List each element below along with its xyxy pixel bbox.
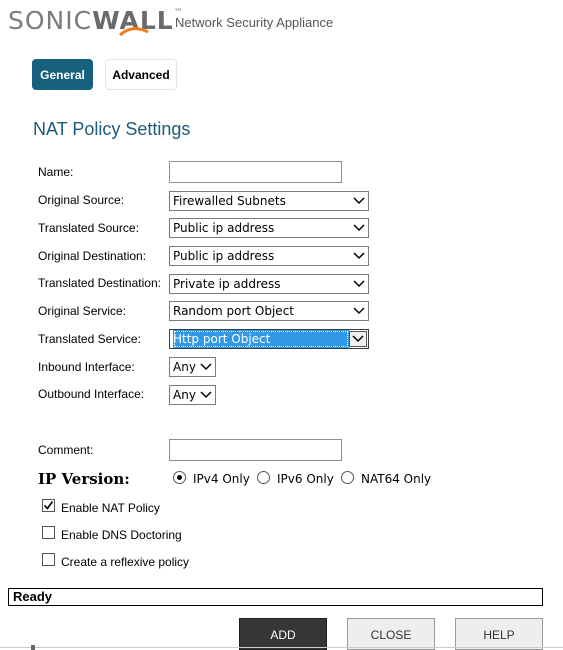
enable-nat-policy-label[interactable]: Enable NAT Policy <box>61 501 160 515</box>
resize-grip[interactable] <box>31 645 35 650</box>
chevron-down-icon <box>350 247 368 265</box>
enable-dns-doctoring-label[interactable]: Enable DNS Doctoring <box>61 528 182 542</box>
chevron-down-icon <box>350 275 368 293</box>
comment-label: Comment: <box>38 443 94 457</box>
translated-service-select[interactable]: Http port Object <box>169 329 369 349</box>
checkmark-icon <box>43 501 54 510</box>
original-destination-value: Public ip address <box>173 249 275 263</box>
help-button[interactable]: HELP <box>455 618 543 650</box>
tab-advanced[interactable]: Advanced <box>105 59 177 90</box>
chevron-down-icon <box>350 219 368 237</box>
original-service-value: Random port Object <box>173 304 294 318</box>
chevron-down-icon <box>197 386 215 404</box>
appliance-subtitle: Network Security Appliance <box>175 15 334 30</box>
translated-source-select[interactable]: Public ip address <box>169 218 369 238</box>
translated-source-value: Public ip address <box>173 221 275 235</box>
ipv6-radio[interactable] <box>257 471 270 484</box>
bottom-divider <box>0 647 563 648</box>
inbound-interface-value: Any <box>173 360 196 374</box>
nat64-radio[interactable] <box>341 471 354 484</box>
original-destination-label: Original Destination: <box>38 249 147 263</box>
translated-service-value: Http port Object <box>173 330 349 348</box>
translated-source-label: Translated Source: <box>38 221 139 235</box>
original-source-label: Original Source: <box>38 193 125 207</box>
original-service-select[interactable]: Random port Object <box>169 301 369 321</box>
swoosh-icon <box>118 27 149 37</box>
nat64-radio-label[interactable]: NAT64 Only <box>361 472 431 486</box>
translated-service-label: Translated Service: <box>38 332 141 346</box>
ipv4-radio[interactable] <box>173 471 186 484</box>
original-source-select[interactable]: Firewalled Subnets <box>169 191 369 211</box>
chevron-down-icon <box>197 358 215 376</box>
section-title: NAT Policy Settings <box>33 119 191 139</box>
comment-input[interactable] <box>169 439 342 461</box>
outbound-interface-value: Any <box>173 388 196 402</box>
name-input[interactable] <box>169 161 342 183</box>
ipv4-radio-label[interactable]: IPv4 Only <box>193 472 250 486</box>
ipv6-radio-label[interactable]: IPv6 Only <box>277 472 334 486</box>
ip-version-label: IP Version: <box>38 470 130 488</box>
inbound-interface-label: Inbound Interface: <box>38 360 135 374</box>
chevron-down-icon <box>349 331 367 347</box>
close-button[interactable]: CLOSE <box>347 618 435 650</box>
status-bar: Ready <box>8 588 543 606</box>
add-button[interactable]: ADD <box>239 618 327 650</box>
create-reflexive-policy-checkbox[interactable] <box>42 553 55 566</box>
original-service-label: Original Service: <box>38 304 127 318</box>
enable-dns-doctoring-checkbox[interactable] <box>42 526 55 539</box>
outbound-interface-label: Outbound Interface: <box>38 387 145 401</box>
sonicwall-logo: SONICWALL™ <box>8 6 184 35</box>
translated-destination-label: Translated Destination: <box>38 276 161 290</box>
original-destination-select[interactable]: Public ip address <box>169 246 369 266</box>
create-reflexive-policy-label[interactable]: Create a reflexive policy <box>61 555 189 569</box>
chevron-down-icon <box>350 192 368 210</box>
translated-destination-select[interactable]: Private ip address <box>169 274 369 294</box>
name-label: Name: <box>38 165 74 179</box>
tab-general[interactable]: General <box>32 59 93 90</box>
inbound-interface-select[interactable]: Any <box>169 357 216 377</box>
logo-text-sonic: SONIC <box>8 6 93 35</box>
chevron-down-icon <box>350 302 368 320</box>
translated-destination-value: Private ip address <box>173 277 281 291</box>
original-source-value: Firewalled Subnets <box>173 194 286 208</box>
outbound-interface-select[interactable]: Any <box>169 385 216 405</box>
enable-nat-policy-checkbox[interactable] <box>42 499 55 512</box>
